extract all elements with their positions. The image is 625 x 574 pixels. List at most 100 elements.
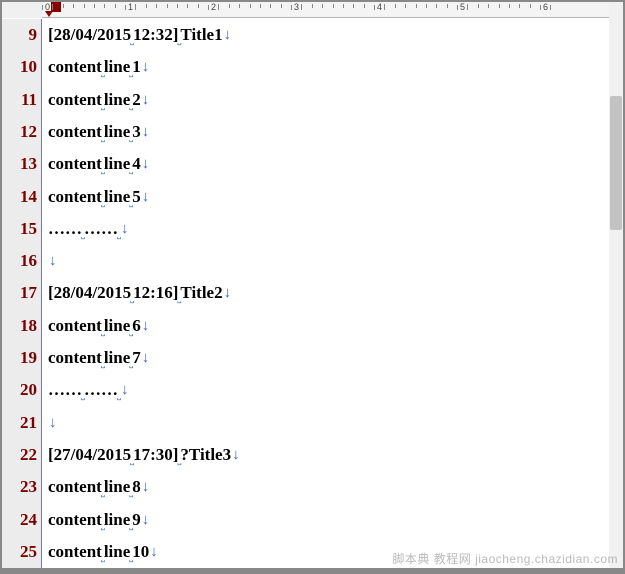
return-mark-icon: ↓ — [142, 148, 150, 180]
line-number: 15 — [2, 213, 37, 245]
space-mark-icon: ˽ — [177, 283, 181, 315]
ruler-minor-tick — [364, 4, 365, 8]
space-mark-icon: ˽ — [129, 348, 133, 380]
text-segment: [27/04/2015 — [48, 439, 131, 471]
text-segment: ?Title3 — [180, 439, 231, 471]
space-mark-icon: ˽ — [101, 477, 105, 509]
text-segment: line — [104, 310, 130, 342]
space-mark-icon: ˽ — [130, 445, 134, 477]
return-mark-icon: ↓ — [142, 116, 150, 148]
ruler-minor-tick — [436, 4, 437, 8]
text-segment: line — [104, 471, 130, 503]
text-segment: Title1 — [180, 19, 222, 51]
ruler-minor-tick — [384, 4, 385, 8]
space-mark-icon: ˽ — [117, 219, 121, 251]
text-content-area[interactable]: [28/04/2015˽12:32]˽Title1↓content˽line˽1… — [42, 19, 609, 568]
ruler-minor-tick — [260, 4, 261, 8]
return-mark-icon: ↓ — [142, 504, 150, 536]
ruler-minor-tick — [135, 4, 136, 8]
line-number: 11 — [2, 84, 37, 116]
ruler-tick: 1 — [125, 2, 136, 12]
text-segment: 12:32] — [133, 19, 178, 51]
text-segment: 17:30] — [133, 439, 178, 471]
return-mark-icon: ↓ — [224, 19, 232, 51]
space-mark-icon: ˽ — [177, 445, 181, 477]
text-segment: line — [104, 504, 130, 536]
text-segment: [28/04/2015 — [48, 19, 131, 51]
space-mark-icon: ˽ — [101, 122, 105, 154]
horizontal-ruler[interactable]: 0123456 — [42, 2, 609, 18]
ruler-minor-tick — [187, 4, 188, 8]
line-number: 21 — [2, 407, 37, 439]
line-number: 20 — [2, 374, 37, 406]
line-number: 9 — [2, 19, 37, 51]
text-segment: 3 — [132, 116, 141, 148]
text-segment: …… — [48, 374, 82, 406]
text-segment: [28/04/2015 — [48, 277, 131, 309]
text-segment: line — [104, 181, 130, 213]
text-segment: 5 — [132, 181, 141, 213]
line-number: 24 — [2, 503, 37, 535]
ruler-minor-tick — [177, 4, 178, 8]
text-segment: 9 — [132, 504, 141, 536]
text-segment: line — [104, 536, 130, 568]
ruler-minor-tick — [322, 4, 323, 8]
space-mark-icon: ˽ — [129, 154, 133, 186]
space-mark-icon: ˽ — [117, 380, 121, 412]
ruler-minor-tick — [218, 4, 219, 8]
ruler-minor-tick — [52, 4, 53, 8]
text-segment: content — [48, 504, 102, 536]
space-mark-icon: ˽ — [81, 380, 85, 412]
text-segment: line — [104, 342, 130, 374]
text-segment: …… — [48, 213, 82, 245]
text-segment: line — [104, 51, 130, 83]
text-line[interactable]: [28/04/2015˽12:32]˽Title1↓ — [48, 19, 609, 51]
space-mark-icon: ˽ — [101, 542, 105, 574]
space-mark-icon: ˽ — [177, 25, 181, 57]
ruler-minor-tick — [447, 4, 448, 8]
ruler-minor-tick — [478, 4, 479, 8]
line-number: 14 — [2, 180, 37, 212]
ruler-minor-tick — [104, 4, 105, 8]
text-segment: 7 — [132, 342, 141, 374]
ruler-minor-tick — [115, 4, 116, 8]
ruler-minor-tick — [499, 4, 500, 8]
space-mark-icon: ˽ — [129, 510, 133, 542]
space-mark-icon: ˽ — [129, 542, 133, 574]
ruler-tick-label: 1 — [128, 2, 133, 12]
return-mark-icon: ↓ — [232, 439, 240, 471]
vertical-scrollbar[interactable] — [609, 2, 623, 568]
text-segment: Title2 — [180, 277, 222, 309]
ruler-minor-tick — [333, 4, 334, 8]
ruler-tick-label: 6 — [543, 2, 548, 12]
text-line[interactable]: [27/04/2015˽17:30]˽?Title3↓ — [48, 439, 609, 471]
text-segment: content — [48, 310, 102, 342]
ruler-tick: 3 — [291, 2, 302, 12]
text-segment: content — [48, 51, 102, 83]
text-segment: 4 — [132, 148, 141, 180]
text-line[interactable]: ↓ — [48, 245, 609, 277]
space-mark-icon: ˽ — [101, 510, 105, 542]
text-segment: content — [48, 181, 102, 213]
return-mark-icon: ↓ — [142, 471, 150, 503]
text-segment: 10 — [132, 536, 149, 568]
scrollbar-thumb[interactable] — [610, 96, 622, 230]
text-segment: content — [48, 471, 102, 503]
return-mark-icon: ↓ — [121, 213, 129, 245]
line-number: 25 — [2, 536, 37, 568]
text-line[interactable]: [28/04/2015˽12:16]˽Title2↓ — [48, 277, 609, 309]
text-segment: line — [104, 148, 130, 180]
line-number: 13 — [2, 148, 37, 180]
ruler-minor-tick — [343, 4, 344, 8]
space-mark-icon: ˽ — [130, 25, 134, 57]
text-line[interactable]: ↓ — [48, 407, 609, 439]
line-number: 12 — [2, 116, 37, 148]
ruler-tick-label: 3 — [294, 2, 299, 12]
return-mark-icon: ↓ — [142, 84, 150, 116]
text-segment: content — [48, 148, 102, 180]
ruler-minor-tick — [405, 4, 406, 8]
space-mark-icon: ˽ — [129, 57, 133, 89]
ruler-tick: 2 — [208, 2, 219, 12]
ruler-minor-tick — [519, 4, 520, 8]
ruler-minor-tick — [509, 4, 510, 8]
